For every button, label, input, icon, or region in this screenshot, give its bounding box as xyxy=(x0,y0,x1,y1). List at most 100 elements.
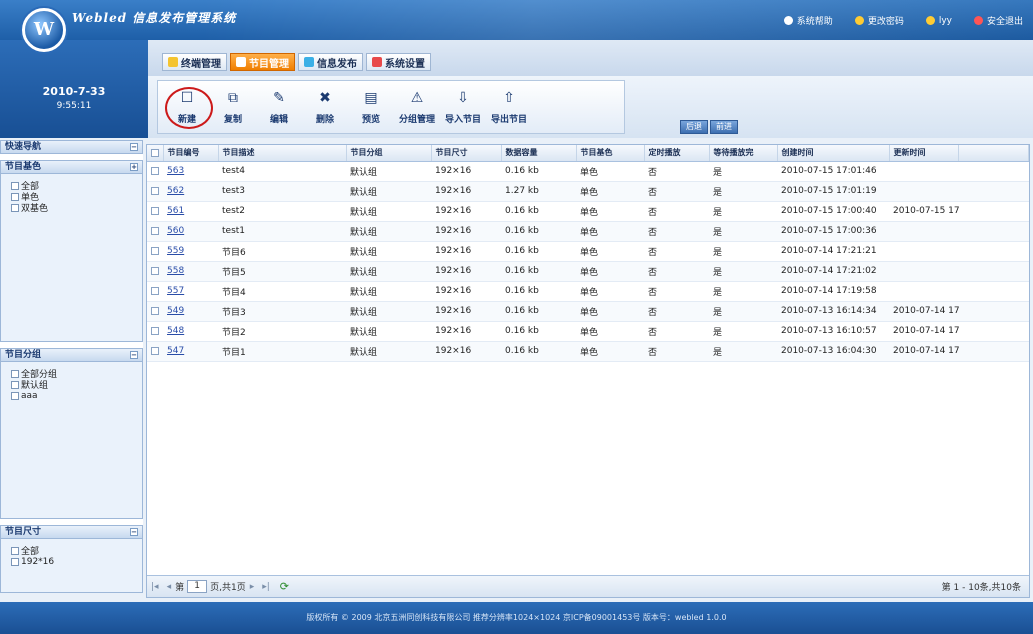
column-header[interactable]: 等待播放完 xyxy=(709,145,778,162)
collapse-icon[interactable]: − xyxy=(130,351,138,359)
back-button[interactable]: 后退 xyxy=(680,120,708,134)
table-cell: test1 xyxy=(218,221,346,242)
program-id-link[interactable]: 561 xyxy=(167,206,184,216)
copy-button[interactable]: ⧉ 复制 xyxy=(210,81,256,133)
checkbox-icon[interactable] xyxy=(151,266,159,275)
sidebar-section-header[interactable]: 节目尺寸 − xyxy=(0,525,143,539)
checkbox-icon[interactable] xyxy=(11,203,19,212)
delete-button[interactable]: ✖ 删除 xyxy=(302,81,348,133)
forward-button[interactable]: 前进 xyxy=(710,120,738,134)
row-checkbox[interactable] xyxy=(147,241,163,262)
column-header[interactable]: 数据容量 xyxy=(501,145,577,162)
sidebar-filter-item[interactable]: 全部 xyxy=(11,545,142,557)
tab-3[interactable]: 系统设置 xyxy=(366,53,431,71)
table-row[interactable]: 562 test3 默认组 192×16 1.27 kb 单色否是 2010-07-15 1… xyxy=(147,181,1029,202)
select-all-checkbox[interactable] xyxy=(147,145,164,162)
collapse-icon[interactable]: + xyxy=(130,163,138,171)
column-header[interactable]: 节目尺寸 xyxy=(431,145,502,162)
top-link-2[interactable]: lyy xyxy=(925,14,952,27)
table-row[interactable]: 559 节目6 默认组 192×16 0.16 kb 单色否是 2010-07-14 17:… xyxy=(147,241,1029,262)
sidebar-section-header[interactable]: 节目基色 + xyxy=(0,160,143,174)
tab-1[interactable]: 节目管理 xyxy=(230,53,295,71)
top-link-0[interactable]: 系统帮助 xyxy=(783,14,833,27)
table-row[interactable]: 549 节目3 默认组 192×16 0.16 kb 单色否是 2010-07-13 16:… xyxy=(147,301,1029,322)
table-row[interactable]: 548 节目2 默认组 192×16 0.16 kb 单色否是 2010-07-13 16:… xyxy=(147,321,1029,342)
checkbox-icon[interactable] xyxy=(11,557,19,566)
program-id-link[interactable]: 557 xyxy=(167,286,184,296)
checkbox-icon[interactable] xyxy=(151,186,159,195)
sidebar-filter-item[interactable]: 双基色 xyxy=(11,202,142,214)
table-row[interactable]: 561 test2 默认组 192×16 0.16 kb 单色否是 2010-07-15 1… xyxy=(147,201,1029,222)
prev-page-icon[interactable]: ◂ xyxy=(167,582,172,592)
checkbox-icon[interactable] xyxy=(11,369,19,378)
sidebar-section-header[interactable]: 节目分组 − xyxy=(0,348,143,362)
tab-0[interactable]: 终端管理 xyxy=(162,53,227,71)
checkbox-icon[interactable] xyxy=(151,286,159,295)
table-row[interactable]: 560 test1 默认组 192×16 0.16 kb 单色否是 2010-07-15 1… xyxy=(147,221,1029,242)
sidebar-filter-item[interactable]: aaa xyxy=(11,390,142,401)
program-id-link[interactable]: 560 xyxy=(167,226,184,236)
row-checkbox[interactable] xyxy=(147,321,163,342)
column-header[interactable]: 节目描述 xyxy=(218,145,347,162)
checkbox-icon[interactable] xyxy=(151,306,159,315)
edit-button[interactable]: ✎ 编辑 xyxy=(256,81,302,133)
checkbox-icon[interactable] xyxy=(11,391,19,400)
row-checkbox[interactable] xyxy=(147,261,163,282)
column-header[interactable]: 创建时间 xyxy=(777,145,890,162)
row-checkbox[interactable] xyxy=(147,301,163,322)
table-row[interactable]: 563 test4 默认组 192×16 0.16 kb 单色否是 2010-07-15 1… xyxy=(147,161,1029,182)
top-link-3[interactable]: 安全退出 xyxy=(973,14,1023,27)
row-checkbox[interactable] xyxy=(147,221,163,242)
program-id-link[interactable]: 562 xyxy=(167,186,184,196)
checkbox-icon[interactable] xyxy=(151,326,159,335)
column-header[interactable]: 节目基色 xyxy=(576,145,645,162)
table-row[interactable]: 557 节目4 默认组 192×16 0.16 kb 单色否是 2010-07-14 17:… xyxy=(147,281,1029,302)
checkbox-icon[interactable] xyxy=(151,246,159,255)
checkbox-icon[interactable] xyxy=(11,380,19,389)
program-id-link[interactable]: 559 xyxy=(167,246,184,256)
row-checkbox[interactable] xyxy=(147,161,163,182)
page-number-input[interactable]: 1 xyxy=(187,580,208,593)
next-page-icon[interactable]: ▸ xyxy=(250,582,255,592)
table-cell: 557 xyxy=(163,281,218,302)
column-header[interactable]: 更新时间 xyxy=(889,145,960,162)
preview-button[interactable]: ▤ 预览 xyxy=(348,81,394,133)
export-button[interactable]: ⇧ 导出节目 xyxy=(486,81,532,133)
checkbox-icon[interactable] xyxy=(11,192,19,201)
table-cell: 单色 xyxy=(576,261,644,282)
program-id-link[interactable]: 547 xyxy=(167,346,184,356)
program-id-link[interactable]: 549 xyxy=(167,306,184,316)
checkbox-icon[interactable] xyxy=(151,346,159,355)
row-checkbox[interactable] xyxy=(147,201,163,222)
group-button[interactable]: ⚠ 分组管理 xyxy=(394,81,440,133)
program-id-link[interactable]: 558 xyxy=(167,266,184,276)
column-header[interactable]: 节目分组 xyxy=(346,145,432,162)
table-body: 563 test4 默认组 192×16 0.16 kb 单色否是 2010-07-15 1… xyxy=(147,161,1029,362)
checkbox-icon[interactable] xyxy=(151,166,159,175)
collapse-icon[interactable]: − xyxy=(130,528,138,536)
table-cell-filler xyxy=(958,181,1029,202)
row-checkbox[interactable] xyxy=(147,181,163,202)
sidebar-filter-item[interactable]: 192*16 xyxy=(11,556,142,567)
table-row[interactable]: 547 节目1 默认组 192×16 0.16 kb 单色否是 2010-07-13 16:… xyxy=(147,341,1029,362)
table-row[interactable]: 558 节目5 默认组 192×16 0.16 kb 单色否是 2010-07-14 17:… xyxy=(147,261,1029,282)
refresh-icon[interactable]: ⟳ xyxy=(280,580,289,593)
import-button[interactable]: ⇩ 导入节目 xyxy=(440,81,486,133)
column-header[interactable]: 定时播放 xyxy=(644,145,710,162)
program-id-link[interactable]: 563 xyxy=(167,166,184,176)
column-header[interactable]: 节目编号 xyxy=(163,145,219,162)
row-checkbox[interactable] xyxy=(147,341,163,362)
checkbox-icon[interactable] xyxy=(11,546,19,555)
checkbox-icon[interactable] xyxy=(11,181,19,190)
row-checkbox[interactable] xyxy=(147,281,163,302)
new-button[interactable]: ☐ 新建 xyxy=(164,81,213,133)
first-page-icon[interactable]: |◂ xyxy=(151,582,159,592)
last-page-icon[interactable]: ▸| xyxy=(262,582,270,592)
checkbox-icon[interactable] xyxy=(151,206,159,215)
tab-2[interactable]: 信息发布 xyxy=(298,53,363,71)
top-link-1[interactable]: 更改密码 xyxy=(854,14,904,27)
sidebar-filter-item[interactable]: 默认组 xyxy=(11,379,142,391)
program-id-link[interactable]: 548 xyxy=(167,326,184,336)
collapse-icon[interactable]: − xyxy=(130,143,138,151)
checkbox-icon[interactable] xyxy=(151,226,159,235)
